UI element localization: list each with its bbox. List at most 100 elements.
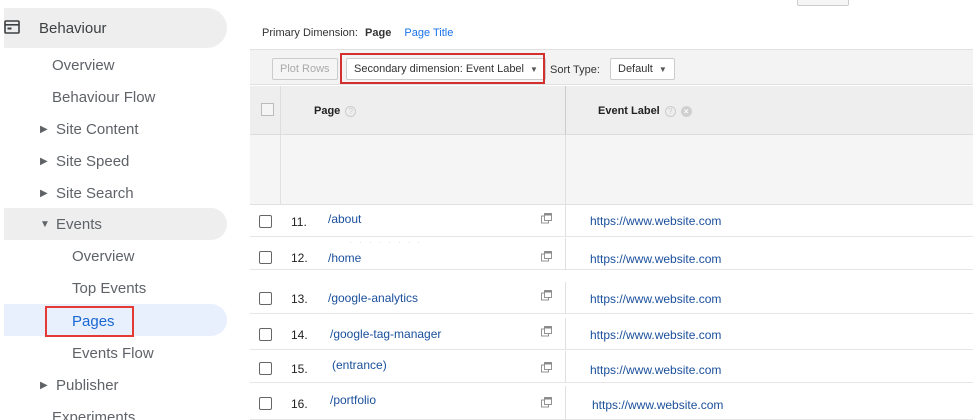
row-checkbox[interactable] bbox=[259, 292, 272, 305]
header-divider bbox=[565, 86, 566, 135]
row-page-link[interactable]: /home bbox=[328, 251, 361, 265]
help-icon[interactable]: ? bbox=[664, 105, 676, 117]
primary-dimension-page-title[interactable]: Page Title bbox=[404, 27, 453, 39]
row-event-label[interactable]: https://www.website.com bbox=[590, 252, 721, 266]
help-icon[interactable]: ? bbox=[345, 105, 357, 117]
row-number: 11. bbox=[291, 215, 307, 229]
dropdown-arrow-icon: ▼ bbox=[658, 64, 667, 74]
table-row: 13. /google-analytics https://www.websit… bbox=[250, 282, 973, 314]
table-row: 15. (entrance) https://www.website.com bbox=[250, 351, 973, 383]
row-divider bbox=[565, 238, 566, 270]
row-number: 15. bbox=[291, 362, 308, 376]
remove-dimension-icon[interactable]: × bbox=[680, 105, 692, 117]
table-row: 14. /google-tag-manager https://www.webs… bbox=[250, 318, 973, 350]
sidebar-section-behaviour[interactable]: Behaviour bbox=[4, 8, 227, 48]
sidebar-item-site-speed[interactable]: ▶ Site Speed bbox=[40, 145, 129, 177]
row-number: 12. bbox=[291, 251, 308, 265]
table-row: · · · · · · · · 12. /home https://www.we… bbox=[250, 238, 973, 270]
sidebar-item-site-search[interactable]: ▶ Site Search bbox=[40, 177, 134, 209]
row-divider bbox=[565, 282, 566, 314]
table-row: 11. /about https://www.website.com bbox=[250, 205, 973, 237]
sidebar: Behaviour Overview Behaviour Flow ▶ Site… bbox=[0, 0, 244, 420]
table-row: 16. /portfolio https://www.website.com bbox=[250, 386, 973, 420]
sidebar-item-label: Site Speed bbox=[56, 152, 130, 170]
totals-row bbox=[250, 135, 973, 205]
sidebar-item-label: Experiments bbox=[52, 408, 136, 420]
row-number: 16. bbox=[291, 397, 308, 411]
sort-type-label: Sort Type: bbox=[550, 64, 600, 76]
top-action-button[interactable] bbox=[797, 0, 849, 6]
sidebar-item-label: Site Search bbox=[56, 184, 134, 202]
select-all-checkbox[interactable] bbox=[261, 103, 274, 116]
report-main: Primary Dimension: Page Page Title Plot … bbox=[244, 0, 973, 420]
sidebar-item-label: Publisher bbox=[56, 376, 119, 394]
sidebar-item-label: Events Flow bbox=[72, 344, 154, 362]
column-header-event-label[interactable]: Event Label? × bbox=[598, 105, 692, 117]
row-checkbox[interactable] bbox=[259, 362, 272, 375]
header-divider bbox=[280, 86, 281, 135]
sidebar-item-label: Overview bbox=[72, 247, 135, 265]
sidebar-item-site-content[interactable]: ▶ Site Content bbox=[40, 113, 139, 145]
row-event-label[interactable]: https://www.website.com bbox=[590, 292, 721, 306]
open-in-new-icon[interactable] bbox=[541, 397, 552, 408]
open-in-new-icon[interactable] bbox=[541, 362, 552, 373]
row-page-link[interactable]: /google-tag-manager bbox=[330, 327, 441, 341]
sidebar-item-overview[interactable]: Overview bbox=[52, 49, 115, 81]
row-checkbox[interactable] bbox=[259, 397, 272, 410]
primary-dimension-page[interactable]: Page bbox=[365, 27, 391, 39]
row-number: 14. bbox=[291, 328, 308, 342]
plot-rows-label: Plot Rows bbox=[280, 63, 330, 75]
sidebar-item-top-events[interactable]: Top Events bbox=[72, 272, 146, 304]
open-in-new-icon[interactable] bbox=[541, 213, 552, 224]
row-checkbox[interactable] bbox=[259, 251, 272, 264]
row-event-label[interactable]: https://www.website.com bbox=[590, 328, 721, 342]
row-page-link[interactable]: /portfolio bbox=[330, 393, 376, 407]
sidebar-item-label: Site Content bbox=[56, 120, 139, 138]
sidebar-item-label: Top Events bbox=[72, 279, 147, 297]
secondary-dimension-annotation-box bbox=[340, 53, 545, 84]
events-highlight bbox=[4, 208, 227, 240]
open-in-new-icon[interactable] bbox=[541, 290, 552, 301]
sidebar-item-events[interactable]: ▼ Events bbox=[40, 208, 102, 240]
sidebar-item-behaviour-flow[interactable]: Behaviour Flow bbox=[52, 81, 155, 113]
open-in-new-icon[interactable] bbox=[541, 326, 552, 337]
sidebar-section-label: Behaviour bbox=[39, 19, 107, 37]
sort-type-dropdown[interactable]: Default ▼ bbox=[610, 58, 675, 80]
row-event-label[interactable]: https://www.website.com bbox=[590, 363, 721, 377]
row-page-link[interactable]: /google-analytics bbox=[328, 291, 418, 305]
pages-annotation-box bbox=[45, 306, 134, 337]
row-event-label[interactable]: https://www.website.com bbox=[590, 214, 721, 228]
faint-text-artifact: · · · · · · · · bbox=[350, 240, 423, 246]
sidebar-item-experiments[interactable]: Experiments bbox=[52, 401, 135, 420]
row-divider bbox=[565, 318, 566, 350]
row-checkbox[interactable] bbox=[259, 328, 272, 341]
sort-type-value: Default bbox=[618, 63, 653, 75]
plot-rows-button[interactable]: Plot Rows bbox=[272, 58, 338, 80]
caret-right-icon: ▶ bbox=[40, 123, 48, 135]
sidebar-item-events-overview[interactable]: Overview bbox=[72, 240, 135, 272]
totals-divider bbox=[565, 135, 566, 205]
row-divider bbox=[565, 386, 566, 420]
behaviour-icon bbox=[4, 20, 20, 34]
table-header: Page? Event Label? × bbox=[250, 86, 973, 135]
column-header-label: Page bbox=[314, 105, 341, 117]
sidebar-item-label: Events bbox=[56, 215, 102, 233]
caret-down-icon: ▼ bbox=[40, 218, 50, 230]
caret-right-icon: ▶ bbox=[40, 155, 48, 167]
row-event-label[interactable]: https://www.website.com bbox=[592, 398, 723, 412]
row-divider bbox=[565, 205, 566, 237]
row-checkbox[interactable] bbox=[259, 215, 272, 228]
sidebar-item-label: Behaviour Flow bbox=[52, 88, 156, 106]
sidebar-item-publisher[interactable]: ▶ Publisher bbox=[40, 369, 119, 401]
caret-right-icon: ▶ bbox=[40, 187, 48, 199]
caret-right-icon: ▶ bbox=[40, 379, 48, 391]
totals-divider bbox=[280, 135, 281, 205]
row-page-link[interactable]: /about bbox=[328, 212, 361, 226]
sidebar-item-label: Overview bbox=[52, 56, 115, 74]
primary-dimension-bar: Primary Dimension: Page Page Title bbox=[262, 27, 453, 39]
column-header-page[interactable]: Page? bbox=[314, 105, 357, 117]
row-page-link[interactable]: (entrance) bbox=[332, 358, 387, 372]
primary-dimension-label: Primary Dimension: bbox=[262, 27, 358, 39]
sidebar-item-events-flow[interactable]: Events Flow bbox=[72, 337, 154, 369]
open-in-new-icon[interactable] bbox=[541, 251, 552, 262]
